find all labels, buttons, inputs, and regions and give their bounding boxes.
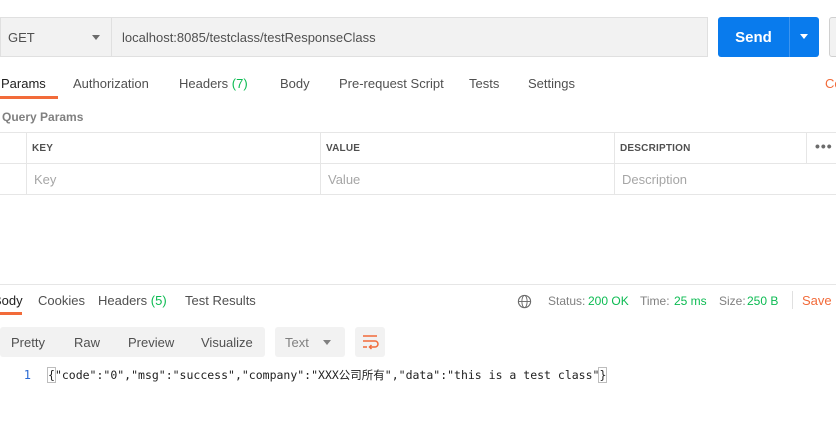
time-label: Time:: [640, 294, 670, 308]
view-pretty-button[interactable]: Pretty: [11, 335, 45, 350]
tab-label: Body: [0, 293, 23, 308]
response-body-code: {"code":"0","msg":"success","company":"X…: [47, 367, 608, 383]
tab-label: Body: [280, 76, 310, 91]
tab-label: Headers: [98, 293, 148, 308]
value-input[interactable]: Value: [328, 172, 360, 187]
response-tab-test-results[interactable]: Test Results: [185, 293, 256, 308]
caret-down-icon: [92, 35, 100, 40]
tab-label: Params: [1, 76, 46, 91]
status-value: 200 OK: [588, 294, 629, 308]
wrap-lines-button[interactable]: [355, 327, 385, 357]
tab-label: Cookies: [38, 293, 85, 308]
tab-body[interactable]: Body: [280, 76, 310, 100]
tab-label: Settings: [528, 76, 575, 91]
column-divider: [26, 133, 27, 194]
format-select[interactable]: Text: [275, 327, 345, 357]
column-header-value: VALUE: [326, 143, 361, 154]
caret-down-icon: [323, 340, 331, 345]
view-visualize-button[interactable]: Visualize: [201, 335, 253, 350]
method-label: GET: [8, 29, 35, 45]
tab-settings[interactable]: Settings: [528, 76, 575, 100]
column-header-description: DESCRIPTION: [620, 143, 691, 154]
active-tab-indicator: [0, 312, 22, 315]
response-json: "code":"0","msg":"success","company":"XX…: [54, 368, 600, 382]
tab-label: Test Results: [185, 293, 256, 308]
tab-headers[interactable]: Headers (7): [179, 76, 248, 100]
column-divider: [320, 133, 321, 194]
tab-authorization[interactable]: Authorization: [73, 76, 149, 100]
tab-count-badge: (5): [150, 293, 167, 308]
tab-pre-request-script[interactable]: Pre-request Script: [339, 76, 444, 100]
column-header-key: KEY: [32, 143, 54, 154]
tab-count-badge: (7): [231, 76, 248, 91]
table-border: [0, 194, 836, 195]
more-options-icon[interactable]: •••: [815, 138, 833, 154]
save-button[interactable]: [829, 17, 836, 57]
globe-icon[interactable]: [517, 294, 532, 309]
time-value: 25 ms: [674, 294, 707, 308]
response-divider: [0, 284, 836, 285]
caret-down-icon: [800, 34, 808, 39]
view-preview-button[interactable]: Preview: [128, 335, 174, 350]
tab-tests[interactable]: Tests: [469, 76, 499, 100]
tab-label: Tests: [469, 76, 500, 91]
method-select[interactable]: GET: [0, 17, 112, 57]
url-input[interactable]: [111, 17, 708, 57]
open-brace: {: [47, 367, 56, 383]
active-tab-indicator: [0, 96, 58, 99]
send-options-button[interactable]: [789, 17, 819, 57]
response-tab-body[interactable]: Body: [0, 293, 23, 308]
wrap-lines-icon: [363, 335, 379, 350]
column-divider: [806, 133, 807, 164]
send-button[interactable]: Send: [718, 17, 789, 57]
status-divider: [792, 291, 793, 309]
view-raw-button[interactable]: Raw: [74, 335, 100, 350]
line-number: 1: [23, 368, 31, 382]
response-tab-cookies[interactable]: Cookies: [38, 293, 85, 308]
close-brace: }: [598, 367, 608, 383]
section-title: Query Params: [2, 110, 84, 124]
size-value: 250 B: [747, 294, 779, 308]
key-input[interactable]: Key: [34, 172, 56, 187]
table-border: [0, 163, 836, 164]
response-tab-headers[interactable]: Headers (5): [98, 293, 167, 308]
table-border: [0, 132, 836, 133]
save-response-button[interactable]: Save R: [802, 293, 836, 308]
tab-label: Authorization: [73, 76, 149, 91]
tab-label: Headers: [179, 76, 229, 91]
send-button-label: Send: [735, 28, 772, 46]
status-label: Status:: [548, 294, 586, 308]
column-divider: [614, 133, 615, 194]
format-label: Text: [285, 335, 309, 350]
description-input[interactable]: Description: [622, 172, 687, 187]
tab-label: Pre-request Script: [339, 76, 444, 91]
size-label: Size:: [719, 294, 746, 308]
cookies-link[interactable]: Co: [825, 76, 836, 91]
